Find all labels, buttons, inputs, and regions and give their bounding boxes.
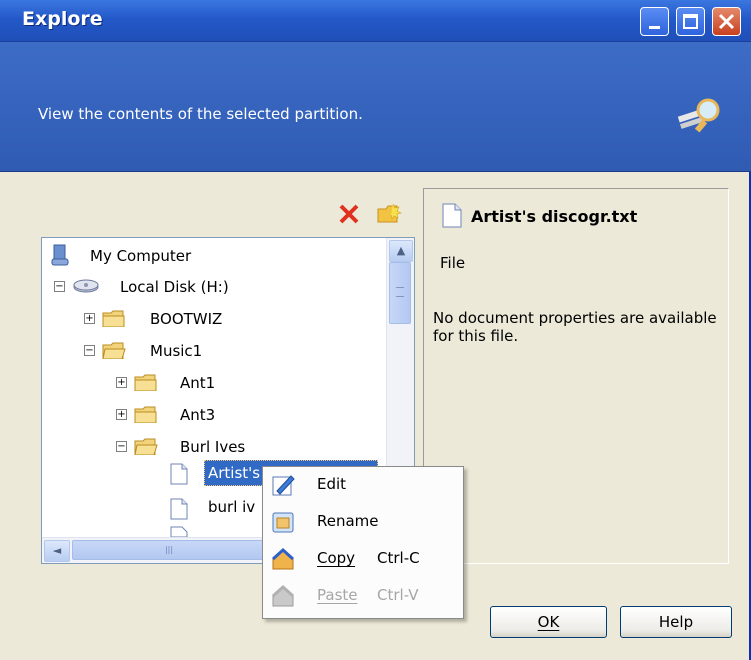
title-bar[interactable]: Explore <box>0 0 751 42</box>
tree-item-label: Ant3 <box>180 406 216 424</box>
menu-item-shortcut: Ctrl-V <box>377 586 419 604</box>
rename-icon <box>272 512 294 533</box>
ok-button-label: OK <box>537 613 560 631</box>
computer-icon <box>51 244 69 266</box>
explore-window: Explore View the contents of the selecte… <box>0 0 751 660</box>
collapse-toggle[interactable]: − <box>84 345 95 356</box>
vertical-scroll-thumb[interactable] <box>389 262 411 324</box>
disk-icon <box>73 279 99 293</box>
paste-house-icon <box>271 584 295 607</box>
delete-icon[interactable] <box>338 203 360 225</box>
header-subtitle: View the contents of the selected partit… <box>38 105 363 123</box>
menu-item-copy[interactable]: Copy Ctrl-C <box>263 541 463 577</box>
folder-open-icon <box>134 438 158 455</box>
tree-item-ant1[interactable]: + Ant1 <box>110 371 380 395</box>
tree-item-my-computer[interactable]: My Computer <box>48 244 378 268</box>
details-description: No document properties are available for… <box>433 309 717 345</box>
document-icon <box>442 203 462 228</box>
tree-item-music1[interactable]: − Music1 <box>78 339 378 363</box>
folder-icon <box>134 374 157 391</box>
collapse-toggle[interactable]: − <box>116 441 127 452</box>
collapse-toggle[interactable]: − <box>54 281 65 292</box>
scroll-left-button[interactable]: ◄ <box>44 540 70 562</box>
folder-open-icon <box>102 342 126 359</box>
explore-magnifier-icon <box>677 98 720 133</box>
document-icon <box>170 526 188 537</box>
tree-item-label: Music1 <box>150 342 203 360</box>
minimize-button[interactable] <box>640 7 669 36</box>
close-icon <box>718 13 735 30</box>
tree-item-label: BOOTWIZ <box>150 310 223 328</box>
details-filename: Artist's discogr.txt <box>471 207 638 226</box>
tree-item-label: burl iv <box>208 498 256 516</box>
help-button[interactable]: Help <box>620 606 732 638</box>
expand-toggle[interactable]: + <box>84 313 95 324</box>
tree-item-label: My Computer <box>90 247 192 265</box>
menu-item-label: Edit <box>317 475 347 493</box>
menu-item-label: Rename <box>317 512 379 530</box>
tree-item-bootwiz[interactable]: + BOOTWIZ <box>78 307 378 331</box>
window-title: Explore <box>22 8 103 30</box>
new-folder-icon[interactable] <box>376 202 402 224</box>
maximize-button[interactable] <box>676 7 705 36</box>
scroll-up-button[interactable]: ▲ <box>389 240 413 262</box>
close-button[interactable] <box>712 7 741 36</box>
folder-icon <box>134 406 157 423</box>
document-icon <box>170 463 188 485</box>
ok-button[interactable]: OK <box>490 606 607 638</box>
context-menu[interactable]: Edit Rename Copy Ctrl-C Paste Ctrl-V <box>262 466 464 619</box>
menu-item-label: Paste <box>317 586 358 604</box>
menu-item-rename[interactable]: Rename <box>263 504 463 540</box>
details-file-type: File <box>440 254 466 272</box>
tree-item-local-disk[interactable]: − Local Disk (H:) <box>48 275 378 299</box>
tree-item-label: Ant1 <box>180 374 216 392</box>
menu-item-shortcut: Ctrl-C <box>377 549 420 567</box>
tree-item-burl-ives[interactable]: − Burl Ives <box>110 435 380 459</box>
menu-item-paste[interactable]: Paste Ctrl-V <box>263 578 463 614</box>
expand-toggle[interactable]: + <box>116 409 127 420</box>
copy-house-icon <box>271 547 295 570</box>
tree-item-label: Local Disk (H:) <box>120 278 229 296</box>
menu-item-edit[interactable]: Edit <box>263 467 463 503</box>
tree-item-ant3[interactable]: + Ant3 <box>110 403 380 427</box>
tree-item-label: Artist's <box>208 464 261 482</box>
header-banner: View the contents of the selected partit… <box>0 42 751 172</box>
expand-toggle[interactable]: + <box>116 377 127 388</box>
menu-item-label: Copy <box>317 549 356 567</box>
document-icon <box>170 498 188 520</box>
file-details-panel <box>423 188 729 564</box>
edit-pencil-icon <box>272 475 295 496</box>
horizontal-scroll-thumb[interactable]: ||| <box>72 540 266 560</box>
tree-item-label: Burl Ives <box>180 438 246 456</box>
help-button-label: Help <box>658 613 694 631</box>
folder-icon <box>102 310 125 327</box>
